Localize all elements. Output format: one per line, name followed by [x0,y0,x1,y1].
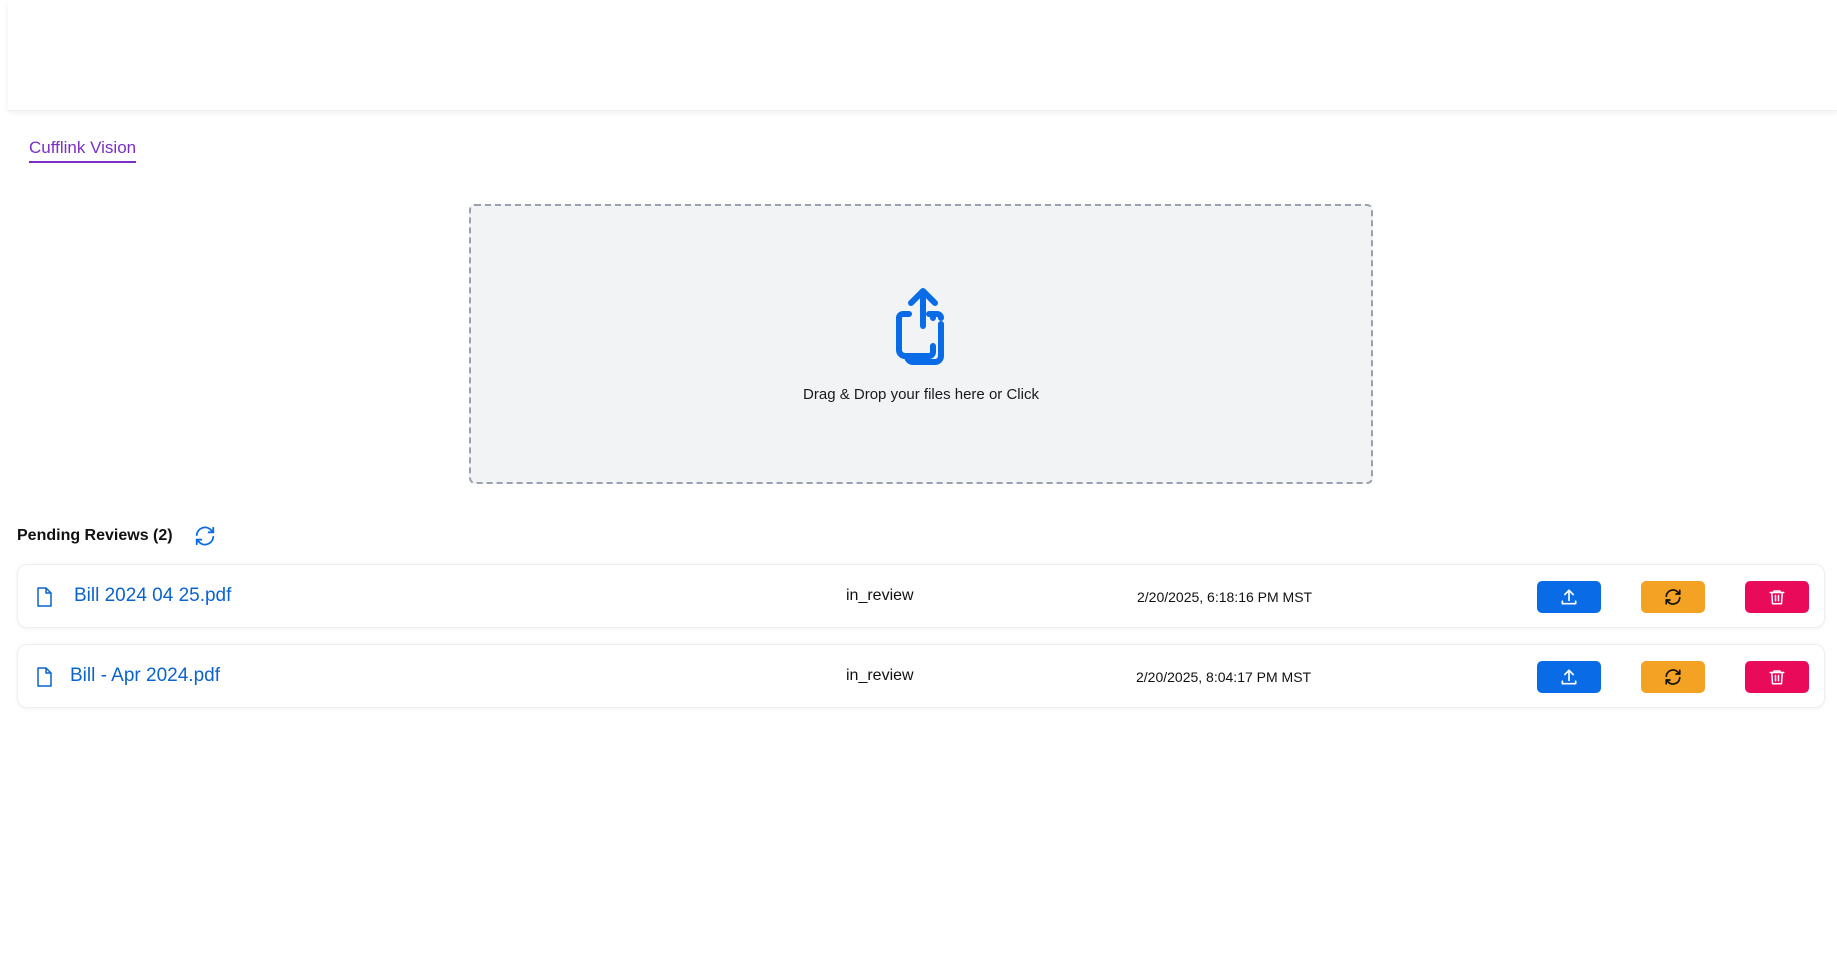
top-header-bar [8,0,1837,111]
table-row: Bill 2024 04 25.pdf in_review 2/20/2025,… [17,564,1825,628]
trash-icon [1769,670,1785,685]
delete-button[interactable] [1745,661,1809,693]
file-icon [37,587,52,607]
upload-date: 2/20/2025, 6:18:16 PM MST [1137,589,1313,605]
table-row: Bill - Apr 2024.pdf in_review 2/20/2025,… [17,644,1825,708]
trash-icon [1769,590,1785,605]
section-title: Pending Reviews (2) [17,527,173,544]
pending-reviews-header: Pending Reviews (2) [17,523,217,549]
tab-cufflink-vision[interactable]: Cufflink Vision [29,138,137,163]
upload-button[interactable] [1537,581,1601,613]
upload-button[interactable] [1537,661,1601,693]
review-status: in_review [846,587,914,604]
review-status: in_review [846,667,914,684]
file-dropzone[interactable]: Drag & Drop your files here or Click [469,204,1373,484]
refresh-icon [195,526,214,546]
upload-share-icon [896,288,944,365]
delete-button[interactable] [1745,581,1809,613]
refresh-icon [1665,669,1681,685]
file-icon [37,667,52,687]
dropzone-instructions: Drag & Drop your files here or Click [803,386,1039,403]
file-name-link[interactable]: Bill 2024 04 25.pdf [74,585,231,607]
refresh-icon [1665,589,1681,605]
reprocess-button[interactable] [1641,661,1705,693]
upload-icon [1561,669,1577,685]
file-name-link[interactable]: Bill - Apr 2024.pdf [70,665,220,687]
refresh-list-button[interactable] [193,524,217,548]
reprocess-button[interactable] [1641,581,1705,613]
upload-icon [1561,589,1577,605]
upload-date: 2/20/2025, 8:04:17 PM MST [1136,669,1312,685]
